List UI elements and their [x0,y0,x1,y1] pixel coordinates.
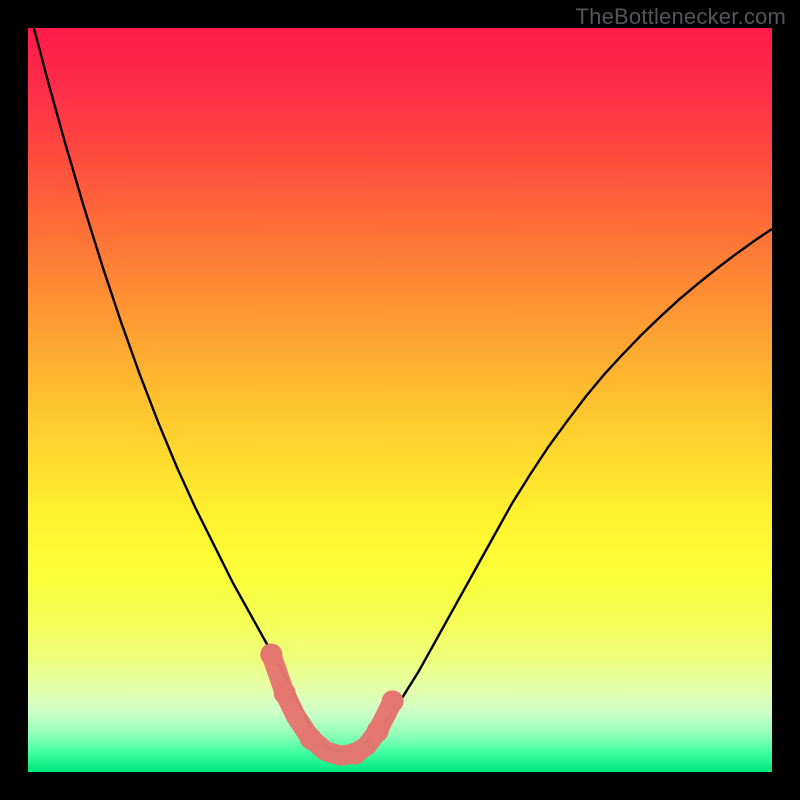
marker-dot [260,643,282,665]
marker-dot [382,690,404,712]
watermark-text: TheBottlenecker.com [576,4,786,30]
marker-dot [274,682,296,704]
chart-background [28,28,772,772]
marker-dot [344,742,366,764]
chart-frame: TheBottlenecker.com [0,0,800,800]
marker-dot [367,720,389,742]
marker-dot [300,728,322,750]
chart-svg [28,28,772,772]
chart-plot [28,28,772,772]
